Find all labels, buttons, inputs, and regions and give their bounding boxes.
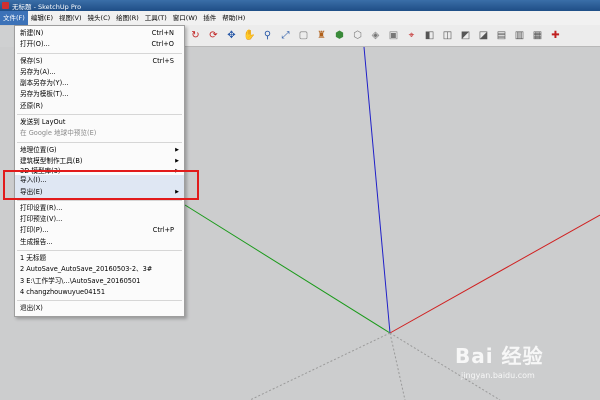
view-icon[interactable]: ▦ — [530, 28, 545, 43]
refresh-icon[interactable]: ⟳ — [206, 28, 221, 43]
menu-item-send-to-layout[interactable]: 发送到 LayOut — [15, 117, 184, 128]
menu-item-print-setup[interactable]: 打印设置(R)... — [15, 203, 184, 214]
view-icon[interactable]: ▢ — [296, 28, 311, 43]
menu-separator — [17, 141, 182, 143]
xray-icon[interactable]: ◧ — [422, 28, 437, 43]
menu-help[interactable]: 帮助(H) — [219, 11, 248, 25]
red-annotation-box — [3, 170, 199, 200]
menu-item-geo-location[interactable]: 地理位置(G) ▶ — [15, 145, 184, 156]
blue-axis — [363, 47, 391, 334]
view-icon[interactable]: ⬡ — [350, 28, 365, 43]
sketchup-app-icon — [2, 2, 9, 9]
menu-draw[interactable]: 绘图(R) — [113, 11, 142, 25]
menu-item-print[interactable]: 打印(P)... Ctrl+P — [15, 225, 184, 236]
menu-view[interactable]: 视图(V) — [56, 11, 85, 25]
window-title: 无标题 - SketchUp Pro — [12, 2, 82, 11]
menu-item-generate-report[interactable]: 生成报告... — [15, 237, 184, 248]
rotate-icon[interactable]: ↻ — [188, 28, 203, 43]
menu-item-print-preview[interactable]: 打印预览(V)... — [15, 214, 184, 225]
iso-icon[interactable]: ⬢ — [332, 28, 347, 43]
recent-file-item[interactable]: 2 AutoSave_AutoSave_20160503-2、3# — [15, 264, 184, 275]
view-icon[interactable]: ◈ — [368, 28, 383, 43]
zoom-icon[interactable]: ⚲ — [260, 28, 275, 43]
title-bar: 无标题 - SketchUp Pro — [0, 0, 600, 11]
menu-tools[interactable]: 工具(T) — [142, 11, 170, 25]
menu-item-preview-google-earth: 在 Google 地球中预览(E) — [20, 129, 97, 138]
menu-item-revert[interactable]: 还原(R) — [15, 101, 184, 112]
menu-separator — [17, 52, 182, 54]
paint-icon[interactable]: ♜ — [314, 28, 329, 43]
neg-red-axis — [249, 332, 391, 400]
menu-camera[interactable]: 镜头(C) — [85, 11, 114, 25]
menu-separator — [17, 250, 182, 252]
baidu-watermark: Bai 经验 jingyan.baidu.com — [455, 340, 544, 380]
menu-separator — [17, 114, 182, 116]
section-icon[interactable]: ⌖ — [404, 28, 419, 43]
menu-item-save-as[interactable]: 另存为(A)... — [15, 67, 184, 78]
submenu-arrow-icon: ▶ — [175, 157, 179, 164]
menu-bar: 文件(F) 编辑(E) 视图(V) 镜头(C) 绘图(R) 工具(T) 窗口(W… — [0, 11, 600, 26]
menu-file[interactable]: 文件(F) — [0, 11, 28, 25]
orbit-icon[interactable]: ✥ — [224, 28, 239, 43]
menu-item-save-copy-as[interactable]: 副本另存为(Y)... — [15, 78, 184, 89]
recent-file-item[interactable]: 3 E:\工作学习\...\AutoSave_20160501 — [15, 276, 184, 287]
menu-item-save[interactable]: 保存(S) Ctrl+S — [15, 56, 184, 67]
view-icon[interactable]: ▥ — [512, 28, 527, 43]
menu-item-exit[interactable]: 退出(X) — [15, 303, 184, 314]
menu-item-building-maker[interactable]: 建筑模型制作工具(B) ▶ — [15, 156, 184, 167]
menu-item-new[interactable]: 新建(N) Ctrl+N — [15, 28, 184, 39]
menu-window[interactable]: 窗口(W) — [170, 11, 201, 25]
axes-icon[interactable]: ✚ — [548, 28, 563, 43]
red-axis — [389, 214, 600, 334]
neg-blue-axis — [389, 332, 406, 400]
menu-item-save-as-template[interactable]: 另存为模板(T)... — [15, 89, 184, 100]
view-icon[interactable]: ▤ — [494, 28, 509, 43]
view-icon[interactable]: ◩ — [458, 28, 473, 43]
view-icon[interactable]: ◪ — [476, 28, 491, 43]
menu-separator — [17, 199, 182, 201]
menu-item-open[interactable]: 打开(O)... Ctrl+O — [15, 39, 184, 50]
view-icon[interactable]: ◫ — [440, 28, 455, 43]
recent-file-item[interactable]: 4 changzhouwuyue04151 — [15, 287, 184, 298]
submenu-arrow-icon: ▶ — [175, 146, 179, 153]
watermark-url: jingyan.baidu.com — [461, 371, 535, 380]
recent-file-item[interactable]: 1 无标题 — [15, 253, 184, 264]
menu-plugins[interactable]: 插件 — [200, 11, 219, 25]
zoom-extents-icon[interactable]: ⤢ — [278, 28, 293, 43]
menu-separator — [17, 300, 182, 302]
menu-edit[interactable]: 编辑(E) — [28, 11, 56, 25]
green-axis — [184, 204, 391, 334]
toolbar: ↻ ⟳ ✥ ✋ ⚲ ⤢ ▢ ♜ ⬢ ⬡ ◈ ▣ ⌖ ◧ ◫ ◩ ◪ ▤ ▥ ▦ … — [184, 25, 600, 47]
view-icon[interactable]: ▣ — [386, 28, 401, 43]
baidu-jingyan-logo: Bai 经验 — [455, 344, 544, 368]
pan-icon[interactable]: ✋ — [242, 28, 257, 43]
